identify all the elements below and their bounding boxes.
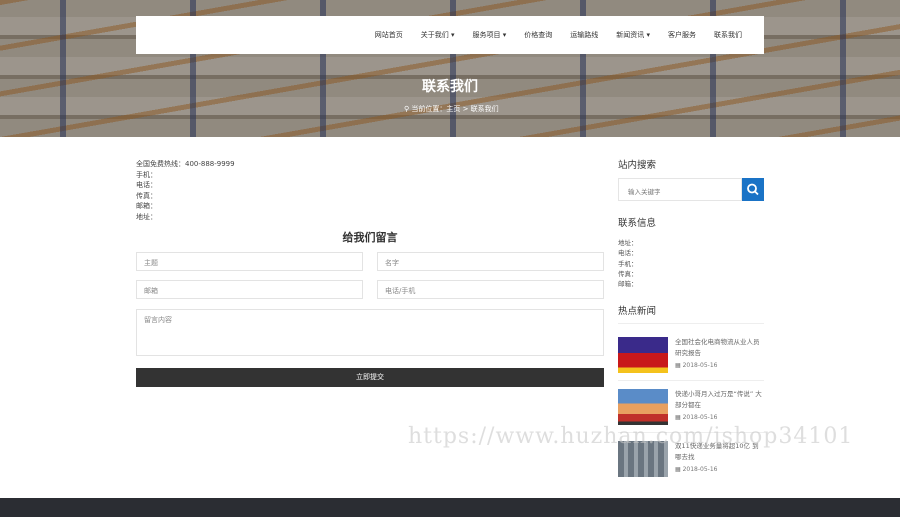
address: 地址： (136, 212, 157, 221)
submit-button[interactable]: 立即提交 (136, 368, 604, 387)
page-title: 联系我们 (422, 79, 478, 95)
phone: 电话： (136, 181, 157, 189)
search-icon (747, 183, 759, 196)
news-title: 热点新闻 (618, 306, 657, 317)
contact-line: 电话： (618, 249, 638, 258)
message-textarea[interactable]: 留言内容 (136, 309, 604, 356)
mobile: 手机： (136, 170, 157, 179)
nav-home[interactable]: 网站首页 (375, 30, 403, 40)
watermark: https://www.huzhan.com/ishop34101 (408, 424, 854, 449)
nav-service[interactable]: 客户服务 (668, 30, 696, 40)
breadcrumb-text[interactable]: 当前位置：主页 > 联系我们 (411, 105, 498, 113)
breadcrumb: ⚲ 当前位置：主页 > 联系我们 (404, 104, 499, 114)
contact-line: 地址： (618, 239, 638, 247)
search-input[interactable]: 输入关键字 (618, 178, 742, 201)
news-item[interactable]: 全国社会化电商物流从业人员研究报告 ▦ 2018-05-16 (618, 337, 764, 383)
nav-about[interactable]: 关于我们 ▾ (421, 30, 455, 40)
contact-line: 手机： (618, 259, 638, 268)
nav-routes[interactable]: 运输路线 (570, 30, 598, 40)
form-title: 给我们留言 (342, 231, 398, 244)
news-thumbnail[interactable] (618, 389, 668, 425)
nav-news[interactable]: 新闻资讯 ▾ (616, 30, 650, 40)
subject-input[interactable]: 主题 (136, 252, 363, 271)
email: 邮箱： (136, 202, 157, 210)
search-button[interactable] (742, 178, 764, 201)
name-input[interactable]: 名字 (377, 252, 604, 271)
contact-info: 全国免费热线：400-888-9999 手机： 电话： 传真： 邮箱： 地址： (136, 159, 235, 222)
search-title: 站内搜索 (618, 160, 657, 171)
news-link[interactable]: 全国社会化电商物流从业人员研究报告 (675, 337, 764, 359)
calendar-icon: ▦ (675, 466, 683, 473)
nav-contact[interactable]: 联系我们 (714, 30, 742, 40)
contact-line: 邮箱： (618, 280, 638, 289)
fax: 传真： (136, 191, 157, 200)
hotline: 全国免费热线：400-888-9999 (136, 160, 235, 168)
contact-title: 联系信息 (618, 218, 657, 229)
nav-services[interactable]: 服务项目 ▾ (473, 30, 507, 40)
phone-input[interactable]: 电话/手机 (377, 280, 604, 299)
news-link[interactable]: 快递小哥月入过万是“传说” 大部分都在 (675, 389, 764, 411)
footer (0, 498, 900, 517)
divider (618, 323, 764, 324)
calendar-icon: ▦ (675, 362, 683, 369)
email-input[interactable]: 邮箱 (136, 280, 363, 299)
sidebar-contact: 地址： 电话： 手机： 传真： 邮箱： (618, 238, 638, 289)
news-date: ▦ 2018-05-16 (675, 362, 718, 369)
divider (618, 380, 764, 381)
news-date: ▦ 2018-05-16 (675, 466, 718, 473)
calendar-icon: ▦ (675, 414, 683, 421)
nav-price[interactable]: 价格查询 (524, 30, 552, 40)
top-nav: 网站首页 关于我们 ▾ 服务项目 ▾ 价格查询 运输路线 新闻资讯 ▾ 客户服务… (136, 16, 764, 54)
news-thumbnail[interactable] (618, 337, 668, 373)
news-date: ▦ 2018-05-16 (675, 414, 718, 421)
contact-line: 传真： (618, 269, 638, 278)
